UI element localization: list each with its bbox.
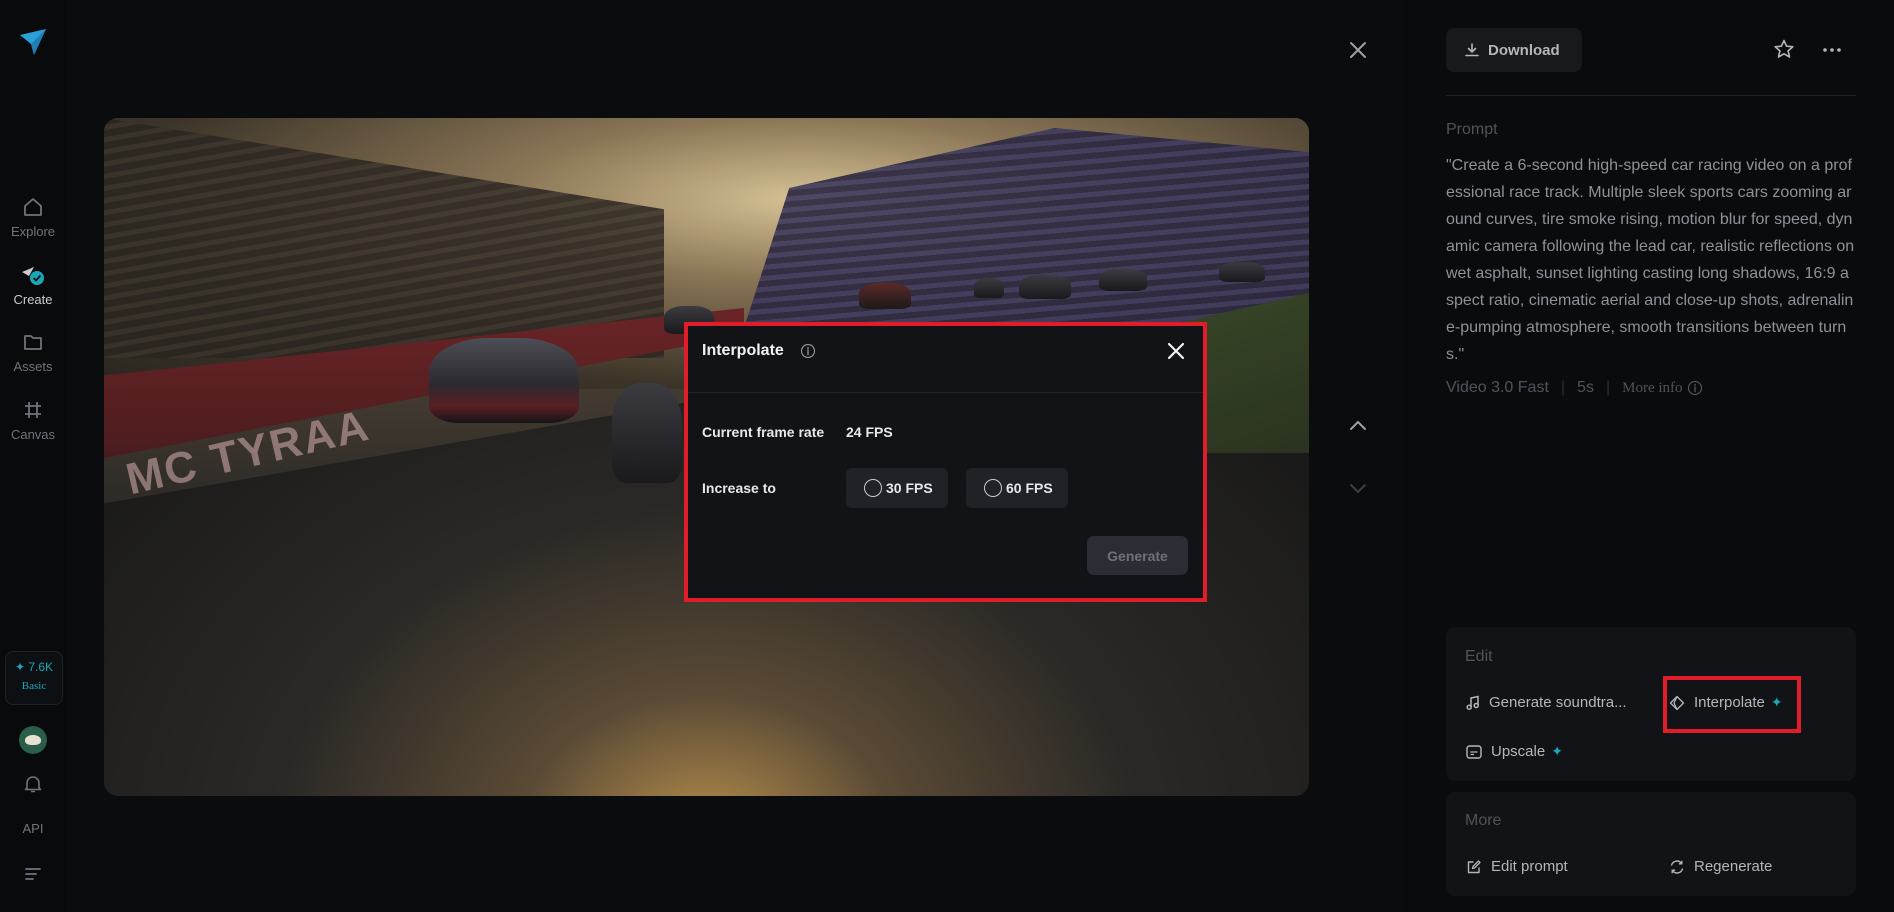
video-car-distant bbox=[974, 278, 1004, 298]
panel-divider bbox=[1446, 95, 1856, 96]
dialog-divider bbox=[685, 392, 1205, 393]
canvas-icon bbox=[25, 402, 41, 418]
info-icon[interactable] bbox=[800, 343, 816, 359]
fps-option-label: 30 FPS bbox=[886, 480, 933, 496]
video-car-distant bbox=[859, 283, 911, 309]
credits-amount: ✦ 7.6K bbox=[14, 660, 54, 674]
interpolate-label: Interpolate bbox=[1694, 694, 1765, 711]
current-frame-rate-value: 24 FPS bbox=[846, 424, 893, 440]
edit-title: Edit bbox=[1465, 648, 1493, 665]
nav-item-assets[interactable]: Assets bbox=[0, 331, 66, 374]
generate-soundtrack-button[interactable]: Generate soundtra... bbox=[1466, 694, 1627, 711]
nav-item-explore[interactable]: Explore bbox=[0, 196, 66, 239]
close-viewer-icon[interactable] bbox=[1348, 40, 1368, 60]
plan-label: Basic bbox=[21, 680, 47, 692]
sparkle-icon: ✦ bbox=[1770, 694, 1783, 710]
star-icon[interactable] bbox=[1773, 38, 1795, 60]
chevron-down-icon[interactable] bbox=[1348, 482, 1368, 496]
nav-item-canvas[interactable]: Canvas bbox=[0, 399, 66, 442]
more-options-icon[interactable] bbox=[1822, 40, 1842, 60]
download-label: Download bbox=[1488, 41, 1560, 59]
nav-label-explore: Explore bbox=[10, 224, 56, 239]
video-car-distant bbox=[1019, 275, 1071, 299]
current-frame-rate-label: Current frame rate bbox=[702, 424, 825, 440]
edit-prompt-button[interactable]: Edit prompt bbox=[1466, 858, 1568, 875]
radio-unchecked-icon[interactable] bbox=[984, 479, 1002, 497]
meta-separator: | bbox=[1560, 379, 1566, 396]
music-note-icon bbox=[1466, 695, 1479, 710]
increase-to-label: Increase to bbox=[702, 480, 776, 496]
nav-label-assets: Assets bbox=[13, 359, 53, 374]
folder-icon bbox=[24, 335, 42, 350]
chevron-up-icon[interactable] bbox=[1348, 418, 1368, 432]
video-car-second bbox=[612, 383, 682, 483]
nav-item-create[interactable]: Create bbox=[0, 264, 66, 307]
regenerate-label: Regenerate bbox=[1694, 858, 1773, 875]
download-button[interactable]: Download bbox=[1446, 28, 1582, 72]
nav-label-create: Create bbox=[13, 292, 53, 307]
left-nav: Explore Create Assets Canvas ✦ 7.6K Basi… bbox=[0, 0, 66, 912]
more-title: More bbox=[1465, 812, 1502, 829]
home-icon bbox=[24, 198, 42, 216]
bell-icon[interactable] bbox=[24, 774, 42, 794]
upscale-label: Upscale bbox=[1491, 743, 1546, 760]
upscale-icon bbox=[1466, 744, 1482, 759]
download-icon bbox=[1465, 43, 1479, 57]
regenerate-button[interactable]: Regenerate bbox=[1669, 858, 1772, 875]
api-link[interactable]: API bbox=[0, 821, 66, 836]
meta-separator: | bbox=[1605, 379, 1611, 396]
dialog-close-icon[interactable] bbox=[1166, 341, 1186, 361]
credits-badge[interactable]: ✦ 7.6K Basic bbox=[5, 651, 63, 705]
create-icon bbox=[22, 267, 44, 285]
info-icon[interactable] bbox=[1687, 380, 1703, 396]
fps-option-label: 60 FPS bbox=[1006, 480, 1053, 496]
generate-soundtrack-label: Generate soundtra... bbox=[1489, 694, 1627, 711]
video-car-lead bbox=[429, 338, 579, 423]
fps-option-60[interactable]: 60 FPS bbox=[966, 468, 1068, 508]
video-car-distant bbox=[1219, 262, 1265, 282]
dialog-title: Interpolate bbox=[702, 342, 784, 359]
prompt-text: "Create a 6-second high-speed car racing… bbox=[1446, 157, 1855, 363]
app-logo-icon[interactable] bbox=[18, 27, 48, 57]
avatar[interactable] bbox=[19, 726, 47, 754]
prompt-label: Prompt bbox=[1446, 121, 1498, 138]
nav-label-canvas: Canvas bbox=[10, 427, 56, 442]
menu-icon[interactable] bbox=[24, 866, 42, 882]
edit-prompt-label: Edit prompt bbox=[1491, 858, 1568, 875]
model-name: Video 3.0 Fast bbox=[1446, 379, 1549, 396]
more-card: More bbox=[1446, 792, 1856, 896]
fps-option-30[interactable]: 30 FPS bbox=[846, 468, 948, 508]
upscale-button[interactable]: Upscale ✦ bbox=[1466, 743, 1563, 760]
interpolate-icon bbox=[1669, 695, 1685, 710]
sparkle-icon: ✦ bbox=[1551, 743, 1563, 759]
duration: 5s bbox=[1577, 379, 1594, 396]
generate-button[interactable]: Generate bbox=[1087, 536, 1188, 575]
edit-icon bbox=[1467, 859, 1481, 873]
radio-unchecked-icon[interactable] bbox=[864, 479, 882, 497]
interpolate-dialog: Interpolate Current frame rate 24 FPS In… bbox=[685, 322, 1205, 602]
video-car-distant bbox=[1099, 269, 1147, 291]
generation-meta: Video 3.0 Fast | 5s | More info bbox=[1446, 379, 1703, 397]
interpolate-button[interactable]: Interpolate ✦ bbox=[1669, 694, 1783, 711]
regenerate-icon bbox=[1670, 859, 1684, 874]
more-info-link[interactable]: More info bbox=[1622, 380, 1682, 397]
